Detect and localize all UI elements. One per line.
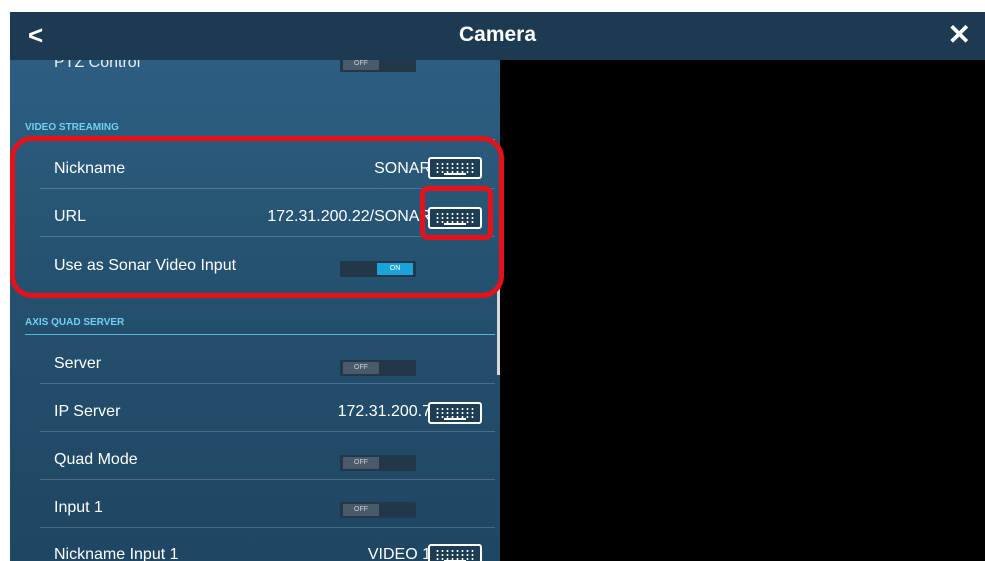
- keyboard-spacebar: [444, 223, 466, 225]
- ip-server-label: IP Server: [54, 403, 121, 420]
- section-underline: [25, 334, 495, 335]
- input-1-row[interactable]: Input 1: [40, 489, 495, 528]
- ip-server-keyboard-button[interactable]: [428, 402, 482, 424]
- camera-screen: < Camera ✕ PTZ Control OFF VIDEO STREAMI…: [10, 12, 985, 561]
- camera-video-view: [500, 60, 985, 561]
- server-row[interactable]: Server: [40, 345, 495, 384]
- toggle-knob: OFF: [343, 362, 379, 374]
- nickname-input-1-row[interactable]: Nickname Input 1 VIDEO 1: [40, 537, 495, 561]
- url-keyboard-button[interactable]: [428, 207, 482, 229]
- toggle-knob: OFF: [343, 504, 379, 516]
- nickname-input-1-keyboard-button[interactable]: [428, 544, 482, 561]
- server-toggle[interactable]: OFF: [340, 360, 416, 376]
- settings-panel[interactable]: PTZ Control OFF VIDEO STREAMING Nickname…: [10, 60, 500, 561]
- keyboard-spacebar: [444, 418, 466, 420]
- nickname-input-1-value: VIDEO 1: [367, 546, 431, 561]
- input-1-toggle[interactable]: OFF: [340, 502, 416, 518]
- toggle-knob: OFF: [343, 457, 379, 469]
- keyboard-spacebar: [444, 173, 466, 175]
- nickname-value: SONAR: [374, 160, 431, 177]
- video-streaming-header: VIDEO STREAMING: [25, 122, 495, 140]
- url-row[interactable]: URL 172.31.200.22/SONAR: [40, 198, 495, 237]
- page-title: Camera: [458, 23, 537, 46]
- section-title: VIDEO STREAMING: [25, 122, 119, 133]
- axis-quad-server-header: AXIS QUAD SERVER: [25, 317, 495, 335]
- sonar-video-input-label: Use as Sonar Video Input: [54, 257, 237, 274]
- quad-mode-row[interactable]: Quad Mode: [40, 441, 495, 480]
- url-value: 172.31.200.22/SONAR: [267, 208, 431, 225]
- close-button[interactable]: ✕: [948, 18, 971, 52]
- ptz-control-row: PTZ Control: [40, 60, 495, 74]
- url-label: URL: [54, 208, 87, 225]
- nickname-input-1-label: Nickname Input 1: [54, 546, 179, 561]
- input-1-label: Input 1: [54, 499, 103, 516]
- toggle-knob: OFF: [343, 60, 379, 70]
- section-underline: [25, 139, 495, 140]
- ptz-control-toggle[interactable]: OFF: [340, 60, 416, 72]
- sonar-video-input-toggle[interactable]: ON: [340, 261, 416, 277]
- ptz-control-label: PTZ Control: [54, 60, 141, 71]
- title-bar: < Camera ✕: [10, 12, 985, 60]
- sonar-video-input-row[interactable]: Use as Sonar Video Input: [40, 247, 495, 285]
- nickname-keyboard-button[interactable]: [428, 157, 482, 179]
- nickname-row[interactable]: Nickname SONAR: [40, 150, 495, 189]
- server-label: Server: [54, 355, 102, 372]
- quad-mode-toggle[interactable]: OFF: [340, 455, 416, 471]
- section-title: AXIS QUAD SERVER: [25, 317, 125, 328]
- quad-mode-label: Quad Mode: [54, 451, 138, 468]
- nickname-label: Nickname: [54, 160, 126, 177]
- ip-server-row[interactable]: IP Server 172.31.200.7: [40, 393, 495, 432]
- ip-server-value: 172.31.200.7: [337, 403, 431, 420]
- toggle-knob: ON: [377, 263, 413, 275]
